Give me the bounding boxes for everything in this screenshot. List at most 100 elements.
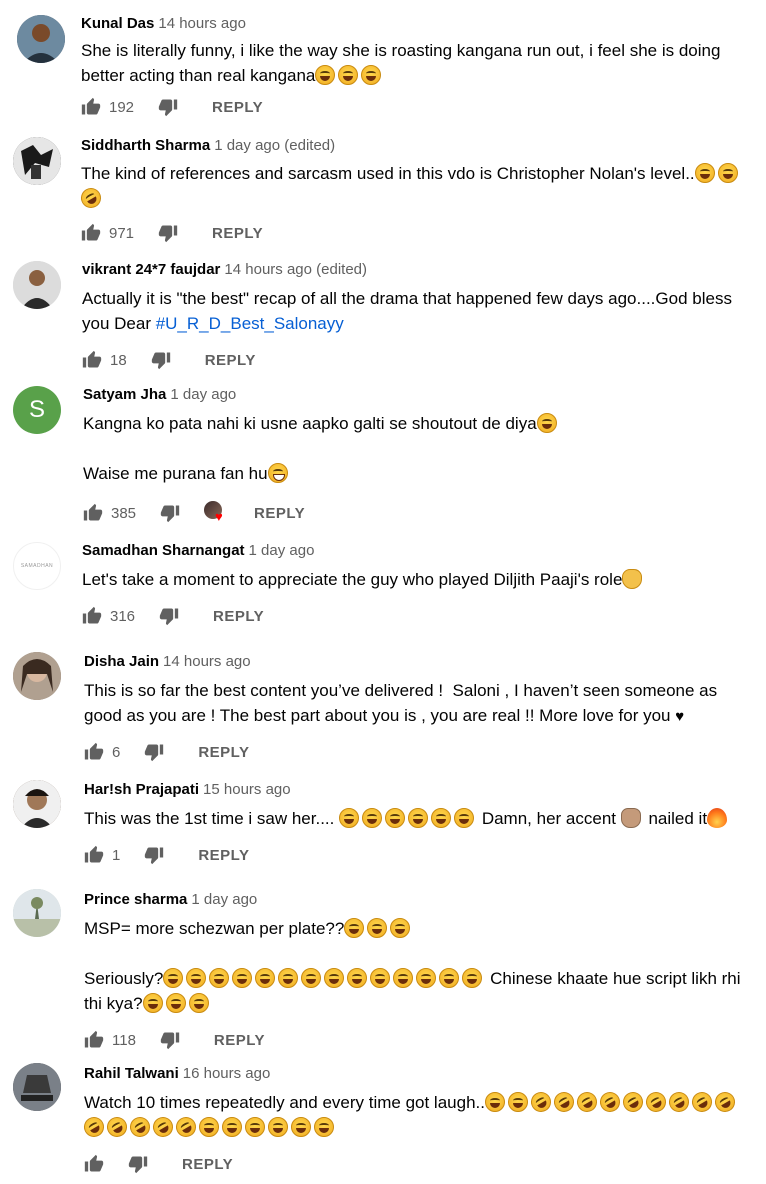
avatar[interactable]: S [13,386,61,434]
joy-emoji-icon [484,1092,505,1112]
like-count: 192 [109,98,135,116]
comment-time[interactable]: 1 day ago [170,386,236,403]
comment-time[interactable]: 14 hours ago [163,653,251,670]
avatar[interactable] [13,261,61,309]
thumb-up-icon[interactable] [81,223,101,243]
like-count: 118 [112,1031,136,1049]
avatar[interactable] [17,15,65,63]
reply-button[interactable]: REPLY [198,744,249,761]
avatar[interactable]: SAMADHAN [13,542,61,590]
rofl-emoji-icon [596,1088,624,1116]
author-name[interactable]: Prince sharma [84,891,187,908]
author-name[interactable]: Kunal Das [81,15,154,32]
avatar[interactable] [13,889,61,937]
reply-button[interactable]: REPLY [213,608,264,625]
joy-emoji-icon [209,968,230,988]
author-name[interactable]: vikrant 24*7 faujdar [82,261,220,278]
heart-glyph: ♥ [675,708,685,725]
comment-header: Siddharth Sharma 1 day ago (edited) [81,137,335,154]
comment-time[interactable]: 16 hours ago [183,1065,271,1082]
joy-emoji-icon [717,163,738,183]
reply-button[interactable]: REPLY [214,1032,265,1049]
comment-actions: 1 REPLY [84,843,249,867]
comment-header: vikrant 24*7 faujdar 14 hours ago (edited… [82,261,367,278]
joy-emoji-icon [408,808,429,828]
like-count: 6 [112,743,121,761]
rofl-emoji-icon [527,1088,555,1116]
comment-header: Har!sh Prajapati 15 hours ago [84,781,291,798]
rofl-emoji-icon [550,1088,578,1116]
comment-time[interactable]: 15 hours ago [203,781,291,798]
rofl-emoji-icon [77,184,105,212]
joy-emoji-icon [291,1117,311,1137]
joy-emoji-icon [315,65,336,85]
thumb-up-icon[interactable] [84,742,104,762]
avatar[interactable] [13,137,61,185]
thumb-down-icon[interactable] [160,1030,180,1050]
author-name[interactable]: Siddharth Sharma [81,137,210,154]
comment-actions: 118 REPLY [84,1028,265,1052]
comment-time[interactable]: 1 day ago [191,891,257,908]
joy-emoji-icon [344,918,365,938]
author-name[interactable]: Rahil Talwani [84,1065,179,1082]
thumb-down-icon[interactable] [128,1154,148,1174]
thumb-up-icon[interactable] [82,606,102,626]
rofl-emoji-icon [688,1088,716,1116]
thumbs-up-emoji-icon [620,808,641,828]
joy-emoji-icon [222,1117,242,1137]
comments-list: Kunal Das 14 hours ago She is literally f… [0,0,766,1184]
comment-text: Let's take a moment to appreciate the gu… [82,567,645,592]
comment-header: Disha Jain 14 hours ago [84,653,251,670]
joy-emoji-icon [462,968,483,988]
comment-text: Actually it is "the best" recap of all t… [82,289,732,333]
thumb-up-icon[interactable] [84,845,104,865]
comment-actions: 385 ♥ REPLY [83,501,305,525]
reply-button[interactable]: REPLY [205,352,256,369]
thumb-up-icon[interactable] [84,1154,104,1174]
author-name[interactable]: Har!sh Prajapati [84,781,199,798]
author-name[interactable]: Satyam Jha [83,386,166,403]
thumb-down-icon[interactable] [151,350,171,370]
author-name[interactable]: Disha Jain [84,653,159,670]
thumb-down-icon[interactable] [159,606,179,626]
avatar-text: SAMADHAN [20,563,54,569]
thumb-up-icon[interactable] [81,97,101,117]
thumb-up-icon[interactable] [84,1030,104,1050]
thumb-down-icon[interactable] [158,97,178,117]
avatar[interactable] [13,652,61,700]
comment-header: Samadhan Sharnangat 1 day ago [82,542,314,559]
hashtag-link[interactable]: #U_R_D_Best_Salonayy [156,314,344,333]
joy-emoji-icon [361,65,382,85]
thumb-down-icon[interactable] [158,223,178,243]
comment-actions: 971 REPLY [81,221,263,245]
comment-time[interactable]: 14 hours ago (edited) [224,261,367,278]
reply-button[interactable]: REPLY [212,99,263,116]
comment-header: Prince sharma 1 day ago [84,891,257,908]
comment-time[interactable]: 1 day ago (edited) [214,137,335,154]
thumb-up-icon[interactable] [82,350,102,370]
joy-emoji-icon [694,163,715,183]
reply-button[interactable]: REPLY [254,505,305,522]
thumb-up-icon[interactable] [83,503,103,523]
reply-button[interactable]: REPLY [212,225,263,242]
thumb-down-icon[interactable] [144,742,164,762]
thumb-down-icon[interactable] [144,845,164,865]
joy-emoji-icon [232,968,253,988]
thumb-down-icon[interactable] [160,503,180,523]
reply-button[interactable]: REPLY [182,1156,233,1173]
avatar[interactable] [13,1063,61,1111]
heart-icon: ♥ [215,509,223,524]
reply-button[interactable]: REPLY [198,847,249,864]
comment-time[interactable]: 14 hours ago [158,15,246,32]
joy-emoji-icon [245,1117,265,1137]
joy-emoji-icon [370,968,391,988]
author-name[interactable]: Samadhan Sharnangat [82,542,245,559]
rofl-emoji-icon [642,1088,670,1116]
comment-time[interactable]: 1 day ago [249,542,315,559]
avatar[interactable] [13,780,61,828]
joy-emoji-icon [142,993,163,1013]
joy-emoji-icon [188,993,209,1013]
comment-header: Rahil Talwani 16 hours ago [84,1065,270,1082]
rofl-emoji-icon [172,1113,200,1141]
avatar-letter: S [28,396,45,423]
